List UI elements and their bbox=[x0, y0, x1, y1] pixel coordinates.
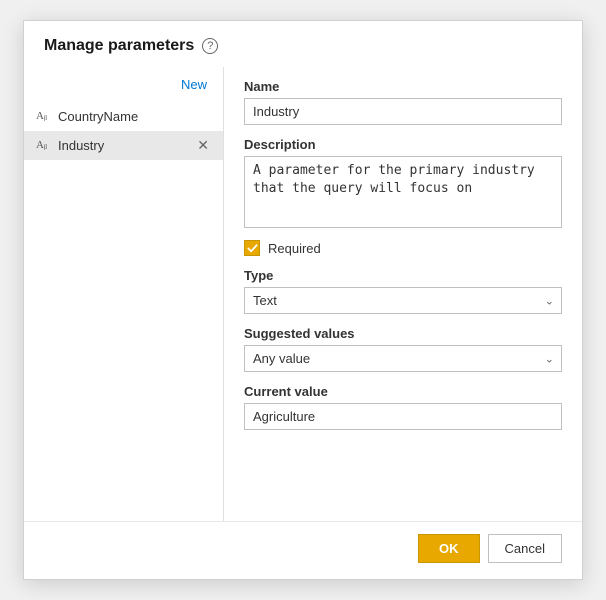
svg-text:Aᵦ: Aᵦ bbox=[36, 110, 47, 122]
svg-text:Aᵦ: Aᵦ bbox=[36, 139, 47, 151]
description-field-group: Description A parameter for the primary … bbox=[244, 137, 562, 228]
new-button[interactable]: New bbox=[177, 75, 211, 94]
param-item-industry[interactable]: Aᵦ Industry ✕ bbox=[24, 131, 223, 160]
suggested-values-label: Suggested values bbox=[244, 326, 562, 341]
left-panel: New Aᵦ CountryName Aᵦ Industry bbox=[24, 67, 224, 521]
current-value-input[interactable] bbox=[244, 403, 562, 430]
param-label-countryname: CountryName bbox=[58, 109, 211, 124]
param-type-icon-industry: Aᵦ bbox=[36, 137, 52, 154]
right-panel: Name Description A parameter for the pri… bbox=[224, 67, 582, 521]
dialog-body: New Aᵦ CountryName Aᵦ Industry bbox=[24, 67, 582, 521]
suggested-values-select-wrapper: Any value List of values Query ⌄ bbox=[244, 345, 562, 372]
help-icon[interactable]: ? bbox=[202, 38, 218, 54]
description-input[interactable]: A parameter for the primary industry tha… bbox=[244, 156, 562, 228]
name-field-group: Name bbox=[244, 79, 562, 125]
type-select-wrapper: Text Number Date DateTime Time True/Fals… bbox=[244, 287, 562, 314]
type-field-group: Type Text Number Date DateTime Time True… bbox=[244, 268, 562, 314]
name-label: Name bbox=[244, 79, 562, 94]
suggested-values-field-group: Suggested values Any value List of value… bbox=[244, 326, 562, 372]
required-checkbox[interactable] bbox=[244, 240, 260, 256]
cancel-button[interactable]: Cancel bbox=[488, 534, 562, 563]
required-row: Required bbox=[244, 240, 562, 256]
current-value-field-group: Current value bbox=[244, 384, 562, 430]
required-label: Required bbox=[268, 241, 321, 256]
param-label-industry: Industry bbox=[58, 138, 195, 153]
new-btn-row: New bbox=[24, 75, 223, 102]
remove-industry-icon[interactable]: ✕ bbox=[195, 137, 211, 154]
name-input[interactable] bbox=[244, 98, 562, 125]
param-item-countryname[interactable]: Aᵦ CountryName bbox=[24, 102, 223, 131]
dialog-footer: OK Cancel bbox=[24, 521, 582, 579]
dialog-header: Manage parameters ? bbox=[24, 21, 582, 67]
description-label: Description bbox=[244, 137, 562, 152]
type-label: Type bbox=[244, 268, 562, 283]
manage-parameters-dialog: Manage parameters ? New Aᵦ CountryName bbox=[23, 20, 583, 580]
ok-button[interactable]: OK bbox=[418, 534, 480, 563]
type-select[interactable]: Text Number Date DateTime Time True/Fals… bbox=[244, 287, 562, 314]
dialog-title: Manage parameters bbox=[44, 37, 194, 55]
param-type-icon-countryname: Aᵦ bbox=[36, 108, 52, 125]
current-value-label: Current value bbox=[244, 384, 562, 399]
suggested-values-select[interactable]: Any value List of values Query bbox=[244, 345, 562, 372]
